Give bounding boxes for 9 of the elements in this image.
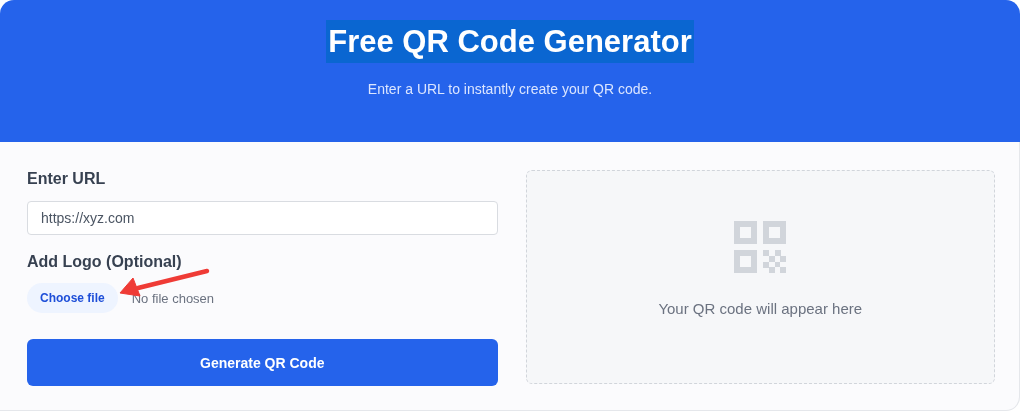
qr-code-icon (734, 221, 787, 273)
page-title: Free QR Code Generator (326, 20, 694, 63)
choose-file-button[interactable]: Choose file (27, 283, 118, 313)
url-field[interactable]: https://xyz.com (27, 201, 498, 235)
generate-button[interactable]: Generate QR Code (27, 339, 498, 386)
field-label: Enter URL (27, 170, 107, 188)
field-label: Add Logo (Optional) (27, 253, 183, 271)
preview-message: Your QR code will appear here (658, 300, 863, 317)
page-subtitle: Enter a URL to instantly create your QR code. (367, 81, 653, 97)
